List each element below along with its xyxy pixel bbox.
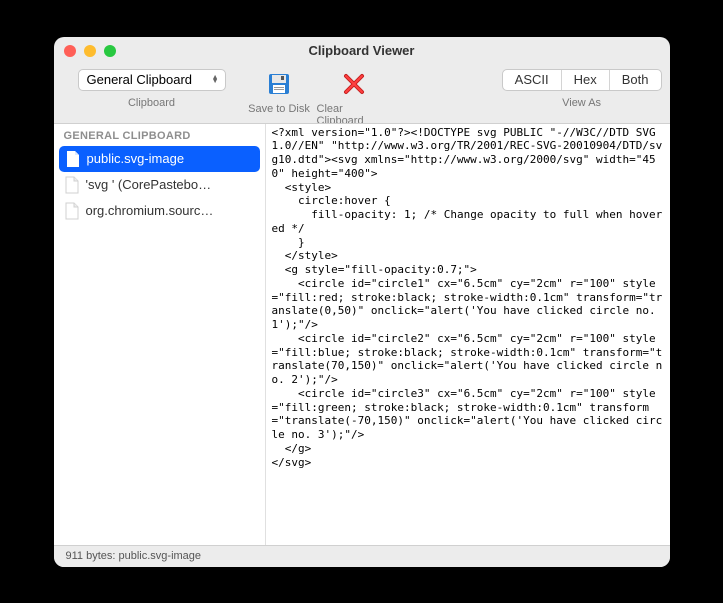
sidebar-item-label: 'svg ' (CorePastebo… [86,177,212,192]
sidebar: GENERAL CLIPBOARD public.svg-image 'svg … [54,124,266,545]
status-text: 911 bytes: public.svg-image [66,550,202,562]
clipboard-select[interactable]: General Clipboard ▲▼ [78,69,226,91]
minimize-button[interactable] [84,45,96,57]
floppy-disk-icon [266,71,292,97]
file-icon [64,176,80,194]
traffic-lights [64,45,116,57]
app-window: Clipboard Viewer General Clipboard ▲▼ Cl… [54,37,670,567]
viewas-segment-control: ASCII Hex Both [502,69,662,91]
window-title: Clipboard Viewer [54,43,670,58]
titlebar: Clipboard Viewer [54,37,670,65]
viewas-label: View As [562,97,601,109]
seg-both[interactable]: Both [610,70,661,90]
close-button[interactable] [64,45,76,57]
sidebar-item-label: public.svg-image [87,151,185,166]
save-label: Save to Disk [248,103,310,115]
toolbar: General Clipboard ▲▼ Clipboard Save to D… [54,65,670,123]
file-icon [65,150,81,168]
content-area: GENERAL CLIPBOARD public.svg-image 'svg … [54,123,670,545]
clipboard-content-text: <?xml version="1.0"?><!DOCTYPE svg PUBLI… [272,126,664,470]
file-icon [64,202,80,220]
updown-icon: ▲▼ [212,76,219,84]
sidebar-item-chromium-source[interactable]: org.chromium.sourc… [54,198,265,224]
seg-hex[interactable]: Hex [562,70,610,90]
sidebar-item-svg-image[interactable]: public.svg-image [59,146,260,172]
clear-clipboard-button[interactable]: Clear Clipboard [317,69,392,127]
viewas-section: ASCII Hex Both View As [502,69,662,109]
save-to-disk-button[interactable]: Save to Disk [242,69,317,115]
clipboard-section-label: Clipboard [128,97,175,109]
zoom-button[interactable] [104,45,116,57]
seg-ascii[interactable]: ASCII [503,70,562,90]
content-pane[interactable]: <?xml version="1.0"?><!DOCTYPE svg PUBLI… [266,124,670,545]
sidebar-item-corepasteboard[interactable]: 'svg ' (CorePastebo… [54,172,265,198]
clipboard-selector-section: General Clipboard ▲▼ Clipboard [62,69,242,109]
x-delete-icon [341,71,367,97]
statusbar: 911 bytes: public.svg-image [54,545,670,567]
sidebar-header: GENERAL CLIPBOARD [54,124,265,146]
clipboard-select-value: General Clipboard [87,72,193,87]
sidebar-item-label: org.chromium.sourc… [86,203,214,218]
